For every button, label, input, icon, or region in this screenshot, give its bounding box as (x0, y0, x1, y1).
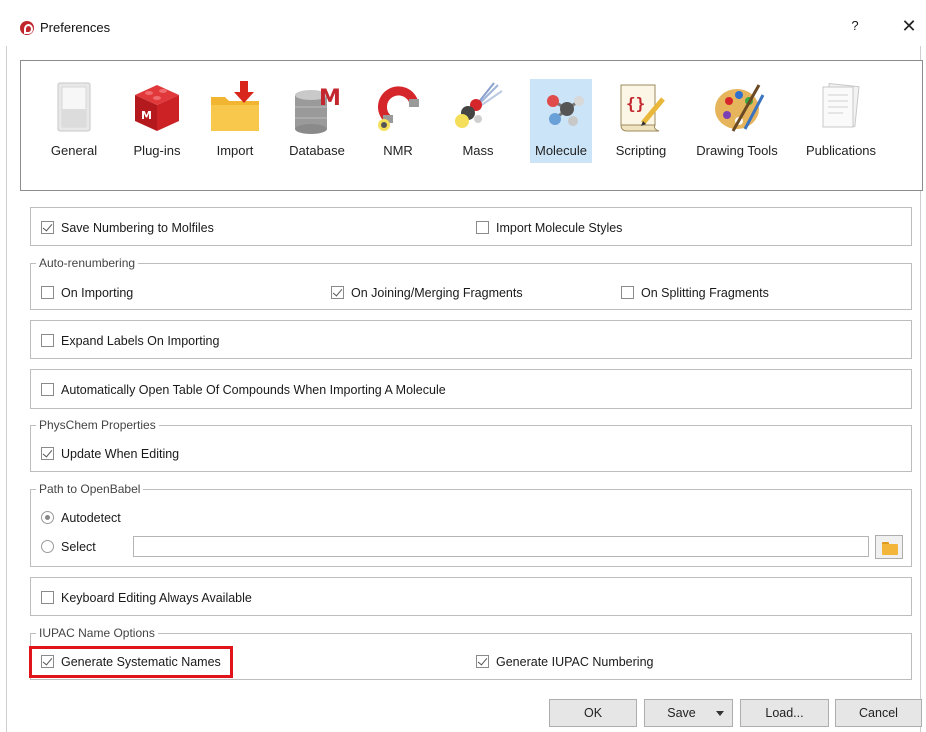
title-bar: Preferences ? ✕ (0, 10, 926, 46)
on-joining-checkbox[interactable] (331, 286, 344, 299)
auto-renumbering-legend: Auto-renumbering (36, 256, 139, 270)
plugin-cube-icon: M (135, 85, 179, 131)
import-styles-checkbox[interactable] (476, 221, 489, 234)
on-splitting-label: On Splitting Fragments (641, 286, 769, 300)
tab-import-label: Import (216, 143, 254, 158)
cancel-button[interactable]: Cancel (835, 699, 922, 727)
help-button[interactable]: ? (845, 18, 865, 38)
iupac-numbering-label: Generate IUPAC Numbering (496, 655, 654, 669)
switch-icon (57, 82, 91, 132)
palette-icon (715, 84, 765, 132)
on-importing-checkbox[interactable] (41, 286, 54, 299)
auto-open-table-label: Automatically Open Table Of Compounds Wh… (61, 383, 446, 397)
tab-plug-ins[interactable]: M Plug-ins (125, 79, 189, 165)
tab-publications[interactable]: Publications (801, 79, 881, 165)
openbabel-legend: Path to OpenBabel (36, 482, 144, 496)
load-button[interactable]: Load... (740, 699, 829, 727)
update-when-editing-label: Update When Editing (61, 447, 180, 461)
openbabel-path-input[interactable] (133, 536, 869, 557)
tab-database-label: Database (289, 143, 345, 158)
tab-drawing-tools-label: Drawing Tools (696, 143, 778, 158)
molecule-icon (547, 95, 584, 126)
tab-database[interactable]: M Database (285, 79, 349, 165)
window-border-left (6, 46, 7, 732)
on-splitting-checkbox[interactable] (621, 286, 634, 299)
folder-icon (882, 544, 898, 555)
tab-plug-ins-label: Plug-ins (133, 143, 181, 158)
select-path-radio[interactable] (41, 540, 54, 553)
save-button[interactable]: Save (644, 699, 733, 727)
close-button[interactable]: ✕ (898, 16, 920, 38)
tab-publications-label: Publications (805, 143, 877, 158)
dropdown-arrow-icon (716, 711, 724, 716)
tab-import[interactable]: Import (207, 79, 263, 165)
category-toolbar: General M Plug-ins Import M Database NMR… (20, 60, 923, 191)
tab-mass[interactable]: Mass (455, 79, 503, 165)
tab-molecule[interactable]: Molecule (530, 79, 592, 163)
window-title: Preferences (40, 20, 111, 35)
iupac-legend: IUPAC Name Options (36, 626, 158, 640)
red-highlight-box (29, 646, 233, 678)
document-icon (822, 82, 860, 128)
keyboard-editing-label: Keyboard Editing Always Available (61, 591, 252, 605)
tab-mass-label: Mass (462, 143, 494, 158)
mass-spec-icon (455, 82, 503, 128)
tab-nmr[interactable]: NMR (375, 79, 421, 165)
save-button-label: Save (667, 706, 696, 720)
tab-general-label: General (50, 143, 98, 158)
preferences-dialog: Preferences ? ✕ General M Plug-ins Impor… (0, 0, 926, 732)
script-scroll-icon: {} (620, 84, 665, 132)
tab-scripting-label: Scripting (615, 143, 667, 158)
import-folder-icon (211, 81, 259, 131)
tab-scripting[interactable]: {} Scripting (611, 79, 671, 165)
app-logo-icon (20, 21, 34, 35)
keyboard-editing-checkbox[interactable] (41, 591, 54, 604)
tab-molecule-label: Molecule (534, 143, 588, 158)
browse-folder-button[interactable] (875, 535, 903, 559)
ok-button[interactable]: OK (549, 699, 637, 727)
autodetect-radio[interactable] (41, 511, 54, 524)
select-path-label: Select (61, 540, 96, 554)
autodetect-label: Autodetect (61, 511, 121, 525)
tab-drawing-tools[interactable]: Drawing Tools (691, 79, 783, 165)
expand-labels-checkbox[interactable] (41, 334, 54, 347)
nmr-magnet-icon (378, 86, 419, 131)
on-joining-label: On Joining/Merging Fragments (351, 286, 523, 300)
svg-text:M: M (141, 109, 152, 122)
database-icon: M (295, 86, 341, 134)
tab-general[interactable]: General (43, 79, 105, 165)
update-when-editing-checkbox[interactable] (41, 447, 54, 460)
svg-text:{}: {} (626, 94, 645, 113)
physchem-legend: PhysChem Properties (36, 418, 159, 432)
svg-text:M: M (319, 86, 341, 111)
expand-labels-label: Expand Labels On Importing (61, 334, 220, 348)
import-styles-label: Import Molecule Styles (496, 221, 623, 235)
tab-nmr-label: NMR (383, 143, 413, 158)
save-numbering-label: Save Numbering to Molfiles (61, 221, 214, 235)
save-numbering-checkbox[interactable] (41, 221, 54, 234)
auto-open-table-checkbox[interactable] (41, 383, 54, 396)
iupac-numbering-checkbox[interactable] (476, 655, 489, 668)
on-importing-label: On Importing (61, 286, 134, 300)
